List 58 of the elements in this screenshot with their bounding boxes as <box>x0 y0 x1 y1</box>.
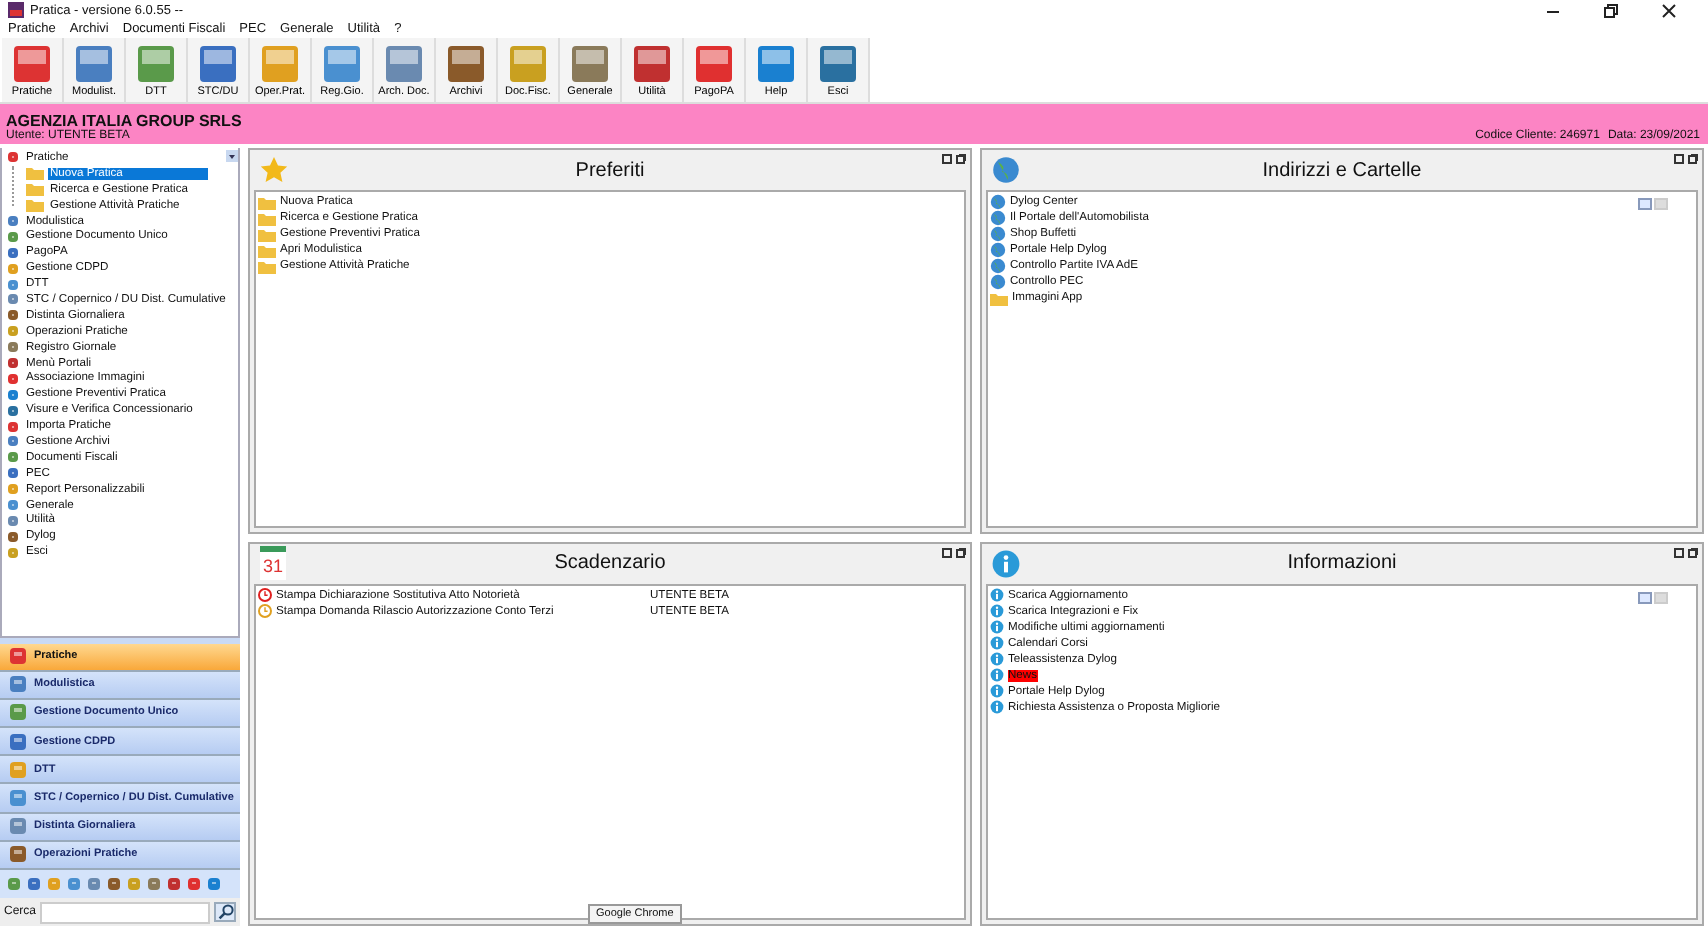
search-field[interactable] <box>40 901 210 923</box>
restore-icon[interactable] <box>1674 154 1684 164</box>
maximize-icon[interactable] <box>1688 547 1698 557</box>
tile-icon <box>12 43 52 83</box>
tile-icon[interactable] <box>106 876 122 892</box>
panel-title: Preferiti <box>575 159 645 181</box>
tile-icon <box>8 702 28 723</box>
tile-icon <box>322 43 362 83</box>
globe-icon <box>992 156 1020 184</box>
close-icon[interactable] <box>1662 3 1676 17</box>
app-icon <box>8 2 24 18</box>
tile-icon[interactable] <box>186 876 202 892</box>
tile-icon <box>8 646 28 667</box>
tile-icon <box>632 43 672 83</box>
restore-icon[interactable] <box>942 154 952 164</box>
tile-icon <box>818 43 858 83</box>
tile-icon <box>136 43 176 83</box>
tile-icon <box>694 43 734 83</box>
panel-title: Informazioni <box>1287 552 1397 574</box>
folder-icon <box>990 291 1008 305</box>
tile-icon[interactable] <box>126 876 142 892</box>
tile-icon <box>384 43 424 83</box>
tile-icon[interactable] <box>206 876 222 892</box>
tile-icon <box>8 731 28 752</box>
restore-icon[interactable] <box>942 547 952 557</box>
tile-icon[interactable] <box>6 876 22 892</box>
company-name: AGENZIA ITALIA GROUP SRLS <box>6 112 242 130</box>
dropdown-icon <box>226 150 238 162</box>
restore-icon[interactable] <box>1674 547 1684 557</box>
tile-icon <box>756 43 796 83</box>
tile-icon <box>570 43 610 83</box>
tile-icon[interactable] <box>86 876 102 892</box>
maximize-icon[interactable] <box>1688 154 1698 164</box>
search-icon <box>217 904 233 920</box>
maximize-icon[interactable] <box>956 547 966 557</box>
tile-icon[interactable] <box>166 876 182 892</box>
maximize-icon[interactable] <box>956 154 966 164</box>
tile-icon <box>8 844 28 865</box>
search-button[interactable] <box>214 902 236 922</box>
tile-icon <box>198 43 238 83</box>
tile-icon[interactable] <box>26 876 42 892</box>
panel-title: Indirizzi e Cartelle <box>1262 159 1422 181</box>
tile-icon <box>508 43 548 83</box>
tile-icon <box>446 43 486 83</box>
restore-icon[interactable] <box>1604 3 1618 17</box>
calendar-icon: 31 <box>260 546 286 580</box>
info-icon <box>992 549 1020 577</box>
tile-icon[interactable] <box>66 876 82 892</box>
star-icon <box>260 156 288 184</box>
panel-title: Scadenzario <box>554 552 666 574</box>
tile-icon <box>74 43 114 83</box>
tile-icon <box>260 43 300 83</box>
tile-icon[interactable] <box>146 876 162 892</box>
tile-icon <box>8 788 28 809</box>
tile-icon <box>8 674 28 695</box>
tile-icon <box>8 759 28 780</box>
tile-icon[interactable] <box>46 876 62 892</box>
tile-icon <box>8 816 28 837</box>
